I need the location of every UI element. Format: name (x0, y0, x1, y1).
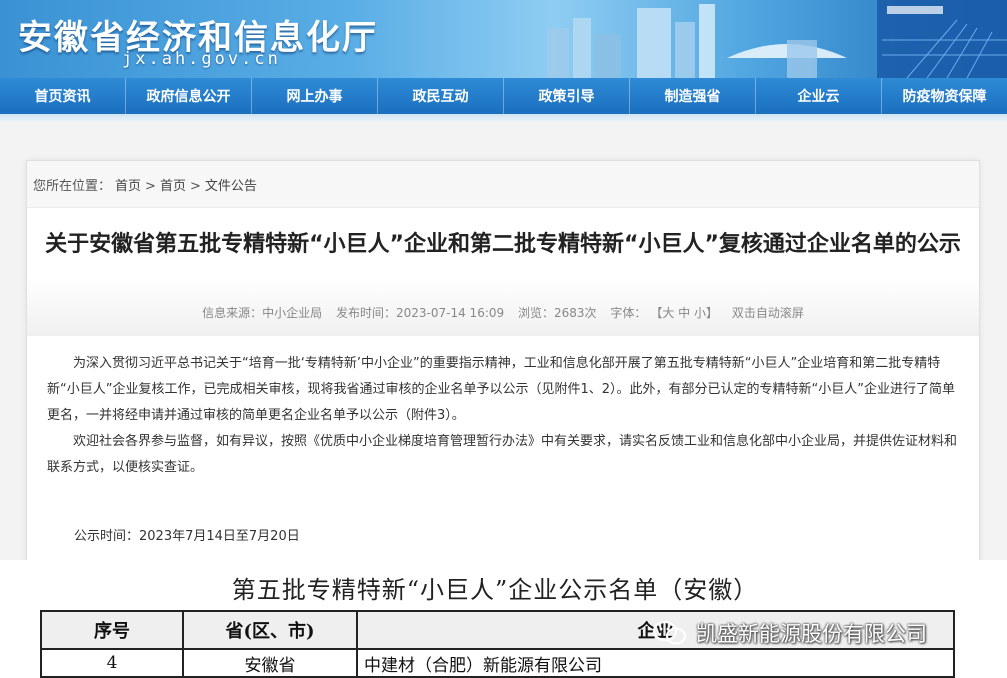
breadcrumb-bar: 您所在位置： 首页 > 首页 > 文件公告 (27, 161, 979, 208)
header-index: 序号 (40, 610, 184, 650)
nav-item-interaction[interactable]: 政民互动 (378, 78, 504, 114)
cell-province: 安徽省 (182, 648, 358, 678)
city-skyline-image (547, 0, 1007, 78)
breadcrumb: 您所在位置： 首页 > 首页 > 文件公告 (33, 175, 261, 194)
meta-published: 发布时间：2023-07-14 16:09 (336, 306, 505, 320)
breadcrumb-prefix: 您所在位置： (33, 179, 112, 194)
font-size-switcher[interactable]: 【大 中 小】 (656, 306, 718, 320)
main-nav: 首页资讯 政府信息公开 网上办事 政民互动 政策引导 制造强省 企业云 防疫物资… (0, 78, 1007, 114)
nav-item-home-news[interactable]: 首页资讯 (0, 78, 126, 114)
publication-period: 公示时间：2023年7月14日至7月20日 (74, 529, 300, 544)
table-row: 4 安徽省 中建材（合肥）新能源有限公司 (40, 648, 955, 678)
watermark-text: 凯盛新能源股份有限公司 (696, 622, 927, 646)
body-paragraph: 欢迎社会各界参与监督，如有异议，按照《优质中小企业梯度培育管理暂行办法》中有关要… (47, 434, 958, 475)
meta-views: 浏览：2683次 (517, 306, 597, 320)
breadcrumb-home-2[interactable]: 首页 (160, 179, 186, 194)
nav-shadow (0, 114, 1007, 122)
title-area: 关于安徽省第五批专精特新“小巨人”企业和第二批专精特新“小巨人”复核通过企业名单… (27, 208, 979, 336)
breadcrumb-home-1[interactable]: 首页 (115, 179, 141, 194)
auto-scroll-toggle[interactable]: 双击自动滚屏 (732, 306, 804, 320)
article-title: 关于安徽省第五批专精特新“小巨人”企业和第二批专精特新“小巨人”复核通过企业名单… (45, 232, 961, 257)
breadcrumb-separator: > (145, 179, 156, 194)
nav-item-enterprise-cloud[interactable]: 企业云 (756, 78, 882, 114)
meta-source: 信息来源：中小企业局 (202, 306, 323, 320)
article-meta: 信息来源：中小企业局 发布时间：2023-07-14 16:09 浏览：2683… (27, 304, 979, 321)
body-paragraph: 为深入贯彻习近平总书记关于“培育一批‘专精特新’中小企业”的重要指示精神，工业和… (47, 356, 955, 423)
wechat-watermark: 凯盛新能源股份有限公司 (652, 618, 927, 648)
cell-company: 中建材（合肥）新能源有限公司 (356, 648, 955, 678)
article-body: 为深入贯彻习近平总书记关于“培育一批‘专精特新’中小企业”的重要指示精神，工业和… (47, 351, 962, 481)
breadcrumb-separator: > (189, 179, 201, 194)
nav-item-epidemic-supplies[interactable]: 防疫物资保障 (882, 78, 1007, 114)
article-card: 您所在位置： 首页 > 首页 > 文件公告 关于安徽省第五批专精特新“小巨人”企业和第二批… (26, 160, 980, 572)
nav-item-online-service[interactable]: 网上办事 (252, 78, 378, 114)
header-province: 省(区、市) (182, 610, 358, 650)
nav-item-gov-info[interactable]: 政府信息公开 (126, 78, 252, 114)
attachment-table-title: 第五批专精特新“小巨人”企业公示名单（安徽） (231, 576, 759, 604)
meta-font-label: 字体： (610, 306, 647, 320)
wechat-icon (652, 620, 687, 645)
breadcrumb-announcements[interactable]: 文件公告 (205, 179, 257, 194)
site-domain: jx.ah.gov.cn (122, 49, 281, 69)
nav-item-manufacturing[interactable]: 制造强省 (630, 78, 756, 114)
nav-item-policy[interactable]: 政策引导 (504, 78, 630, 114)
cell-index: 4 (40, 648, 184, 678)
site-banner: 安徽省经济和信息化厅 jx.ah.gov.cn (0, 0, 1007, 78)
